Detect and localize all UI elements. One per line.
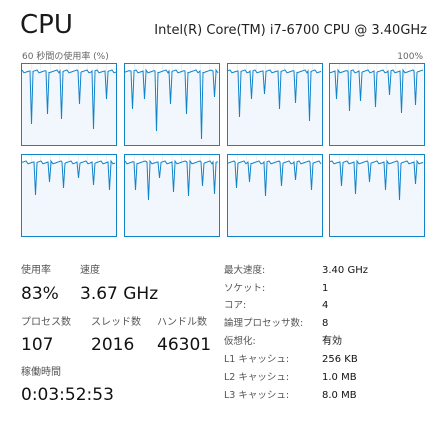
logical-processor-graph-2 [124,63,220,146]
l3-cache-value: 8.0 MB [322,390,357,401]
virtualization-key: 仮想化: [224,336,256,347]
logical-processor-graph-3 [227,63,323,146]
utilization-area [22,70,116,145]
max-speed-value: 3.40 GHz [322,265,368,276]
cores-key: コア: [224,300,247,311]
cpu-graph-grid [21,63,429,238]
utilization-value: 83% [21,284,59,304]
threads-label: スレッド数 [91,317,141,328]
speed-value: 3.67 GHz [80,284,159,304]
utilization-trace [330,64,424,145]
cpu-title: CPU [20,10,73,40]
l1-cache-key: L1 キャッシュ: [224,354,290,365]
logical-processors-value: 8 [322,318,329,329]
l2-cache-key: L2 キャッシュ: [224,372,290,383]
virtualization-value: 有効 [322,336,342,347]
l2-cache-value: 1.0 MB [322,372,357,383]
cores-value: 4 [322,300,329,311]
utilization-label: 使用率 [21,265,51,276]
logical-processor-graph-6 [124,154,220,237]
utilization-trace [228,155,322,236]
uptime-value: 0:03:52:53 [21,385,114,405]
graph-axis-label: 60 秒間の使用率 (%) [22,52,109,62]
utilization-area [330,161,424,236]
utilization-area [125,161,219,236]
handles-label: ハンドル数 [157,317,207,328]
utilization-trace [125,64,219,145]
l3-cache-key: L3 キャッシュ: [224,390,290,401]
utilization-trace [228,64,322,145]
logical-processor-graph-7 [227,154,323,237]
graph-max-label: 100% [397,52,423,62]
utilization-area [228,161,322,236]
logical-processor-graph-5 [21,154,117,237]
l1-cache-value: 256 KB [322,354,358,365]
sockets-value: 1 [322,283,329,294]
processes-value: 107 [21,335,54,355]
speed-label: 速度 [80,265,100,276]
utilization-trace [125,155,219,236]
processes-label: プロセス数 [21,317,71,328]
max-speed-key: 最大速度: [224,265,266,276]
logical-processors-key: 論理プロセッサ数: [224,318,304,329]
threads-value: 2016 [91,335,135,355]
logical-processor-graph-8 [329,154,425,237]
sockets-key: ソケット: [224,283,266,294]
logical-processor-graph-1 [21,63,117,146]
handles-value: 46301 [157,335,212,355]
utilization-trace [330,155,424,236]
logical-processor-graph-4 [329,63,425,146]
utilization-trace [22,155,116,236]
utilization-trace [22,64,116,145]
uptime-label: 稼働時間 [21,367,61,378]
cpu-model-name: Intel(R) Core(TM) i7-6700 CPU @ 3.40GHz [154,23,427,38]
